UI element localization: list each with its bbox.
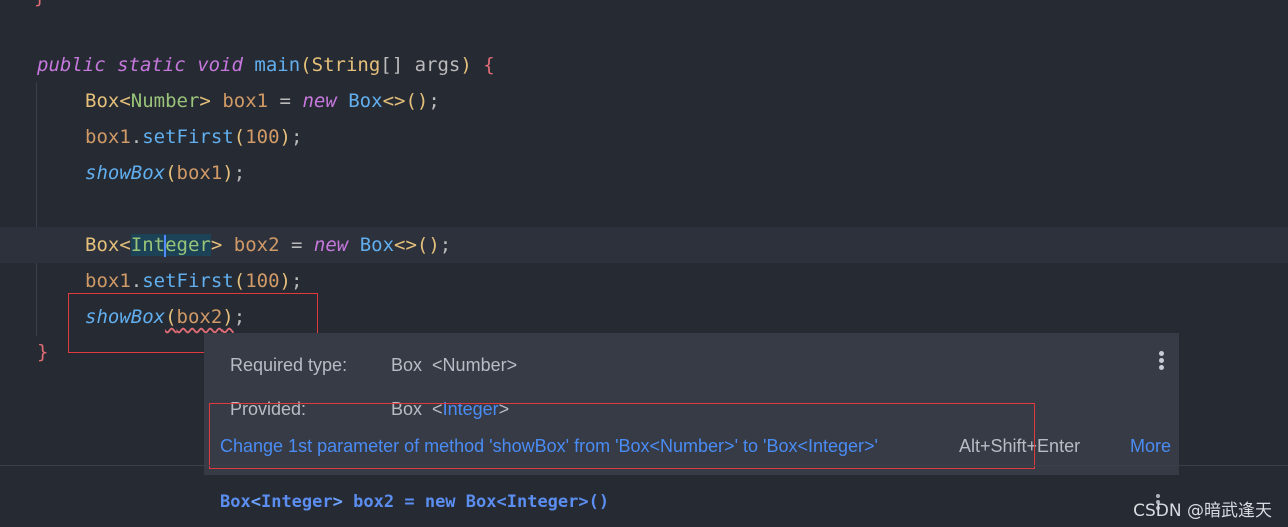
method-name: main: [254, 54, 301, 76]
declaration-preview: Box<Integer> box2 = new Box<Integer>(): [220, 492, 610, 512]
top-closing-brace: }: [34, 0, 45, 8]
code-line-box1-decl[interactable]: Box<Number> box1 = new Box<>();: [85, 83, 440, 119]
required-type-value: Box <Number>: [391, 355, 518, 375]
red-annotation-box-quick-fix: [209, 403, 1035, 469]
code-line-box2-decl-current[interactable]: Box<Integer> box2 = new Box<>();: [0, 227, 1288, 263]
code-line-showbox-box1[interactable]: showBox(box1);: [85, 155, 245, 191]
code-line-main[interactable]: public static void main(String[] args) {: [37, 47, 495, 83]
kw-static: static: [117, 54, 186, 76]
code-line-box1-setfirst[interactable]: box1.setFirst(100);: [85, 119, 302, 155]
watermark: CSDN @暗武逢天: [1133, 501, 1272, 521]
required-type-label: Required type:: [230, 355, 348, 375]
kw-public: public: [37, 54, 106, 76]
more-actions-link[interactable]: More: [1130, 436, 1171, 457]
more-options-icon[interactable]: [1159, 351, 1165, 372]
code-line-close-brace[interactable]: }: [37, 334, 48, 370]
indent-guide: [36, 82, 37, 336]
kw-void: void: [197, 54, 243, 76]
documentation-divider: [0, 465, 1288, 466]
